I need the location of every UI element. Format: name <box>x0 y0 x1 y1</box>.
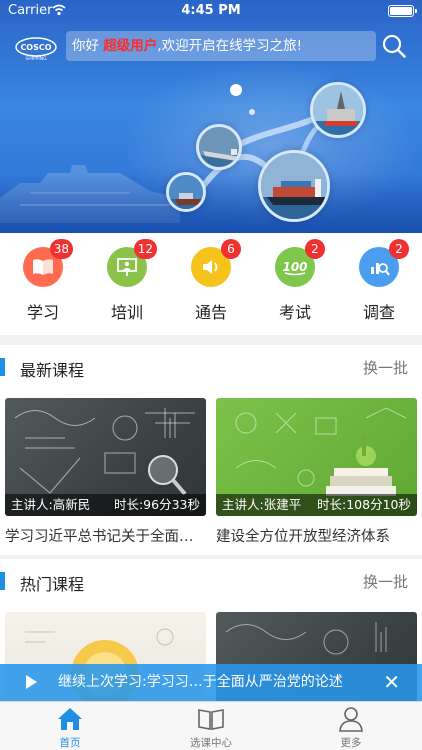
course-card[interactable]: 主讲人:张建平 时长:108分10秒 建设全方位开放型经济体系 <box>216 398 417 546</box>
tab-course-center[interactable]: 选课中心 <box>171 706 251 750</box>
course-card[interactable]: 主讲人:高新民 时长:96分33秒 学习习近平总书记关于全面从严治党的论述 <box>5 398 206 546</box>
section-accent <box>0 572 5 590</box>
latest-courses-header: 最新课程 换一批 <box>0 345 422 389</box>
course-meta: 主讲人:张建平 时长:108分10秒 <box>216 494 417 516</box>
tab-more[interactable]: 更多 <box>311 706 391 750</box>
tab-label: 选课中心 <box>190 737 232 749</box>
exam-badge: 2 <box>305 239 325 259</box>
category-row: 38 学习 12 培训 6 通告 100 2 考试 2 调查 <box>0 233 422 335</box>
score-icon: 100 2 <box>275 239 325 287</box>
section-title: 热门课程 <box>20 575 85 594</box>
hero-banner[interactable]: COSCO SHIPPING 你好 超级用户,欢迎开启在线学习之旅! <box>0 0 422 233</box>
play-icon[interactable] <box>26 675 37 689</box>
open-book-icon <box>198 709 224 730</box>
analytics-icon: 2 <box>359 239 409 287</box>
category-exam[interactable]: 100 2 考试 <box>265 239 325 323</box>
category-label: 通告 <box>194 303 227 322</box>
category-training[interactable]: 12 培训 <box>97 239 157 323</box>
speaker-icon: 6 <box>191 239 241 287</box>
cosco-logo: COSCO SHIPPING <box>15 37 57 62</box>
section-accent <box>0 358 5 376</box>
tab-bar: 首页 选课中心 更多 <box>0 701 422 750</box>
bubble-rig <box>310 82 366 138</box>
course-title: 学习习近平总书记关于全面从严治党的论述 <box>5 529 206 545</box>
duration: 时长:108分10秒 <box>317 497 411 512</box>
battery-icon <box>388 5 417 17</box>
category-label: 考试 <box>278 303 311 322</box>
course-meta: 主讲人:高新民 时长:96分33秒 <box>5 494 206 516</box>
bubble-ship-2 <box>196 124 242 170</box>
survey-badge: 2 <box>389 239 409 259</box>
close-icon[interactable]: ✕ <box>383 664 400 701</box>
bubble-ship-1 <box>166 172 206 212</box>
status-bar: Carrier 4:45 PM <box>0 0 422 22</box>
lecturer: 主讲人:高新民 <box>11 497 91 512</box>
search-icon[interactable] <box>382 34 406 58</box>
tab-home[interactable]: 首页 <box>30 706 110 750</box>
refresh-popular-button[interactable]: 换一批 <box>363 571 408 592</box>
user-icon <box>339 707 363 732</box>
notice-badge: 6 <box>221 239 241 259</box>
greeting-prefix: 你好 <box>72 38 104 54</box>
refresh-latest-button[interactable]: 换一批 <box>363 357 408 378</box>
greeting-suffix: ,欢迎开启在线学习之旅! <box>157 38 302 54</box>
course-thumbnail: 主讲人:高新民 时长:96分33秒 <box>5 398 206 516</box>
tab-label: 首页 <box>59 737 81 749</box>
book-icon: 38 <box>23 239 73 287</box>
user-name: 超级用户 <box>103 38 158 54</box>
category-label: 学习 <box>26 303 59 322</box>
study-badge: 38 <box>49 239 73 259</box>
category-notice[interactable]: 6 通告 <box>181 239 241 323</box>
section-title: 最新课程 <box>20 361 85 380</box>
category-label: 培训 <box>110 303 143 322</box>
bubble-ship-3 <box>258 150 330 222</box>
course-title: 建设全方位开放型经济体系 <box>216 529 390 545</box>
presentation-icon: 12 <box>107 239 157 287</box>
lecturer: 主讲人:张建平 <box>222 497 302 512</box>
category-survey[interactable]: 2 调查 <box>349 239 409 323</box>
continue-learning-bar[interactable]: 继续上次学习:学习习…于全面从严治党的论述 ✕ <box>0 664 422 701</box>
training-badge: 12 <box>133 239 157 259</box>
duration: 时长:96分33秒 <box>113 497 200 512</box>
popular-courses-header: 热门课程 换一批 <box>0 559 422 603</box>
svg-text:SHIPPING: SHIPPING <box>25 56 47 62</box>
tab-label: 更多 <box>340 737 362 749</box>
clock: 4:45 PM <box>181 3 241 18</box>
greeting-search-bar[interactable]: 你好 超级用户,欢迎开启在线学习之旅! <box>66 31 376 61</box>
continue-text: 继续上次学习:学习习…于全面从严治党的论述 <box>58 674 343 690</box>
course-thumbnail: 主讲人:张建平 时长:108分10秒 <box>216 398 417 516</box>
svg-text:COSCO: COSCO <box>20 43 51 52</box>
home-icon <box>58 708 82 730</box>
svg-text:100: 100 <box>282 260 307 274</box>
category-label: 调查 <box>362 303 395 322</box>
category-study[interactable]: 38 学习 <box>13 239 73 323</box>
latest-courses-list: 主讲人:高新民 时长:96分33秒 学习习近平总书记关于全面从严治党的论述 主讲… <box>0 389 422 555</box>
